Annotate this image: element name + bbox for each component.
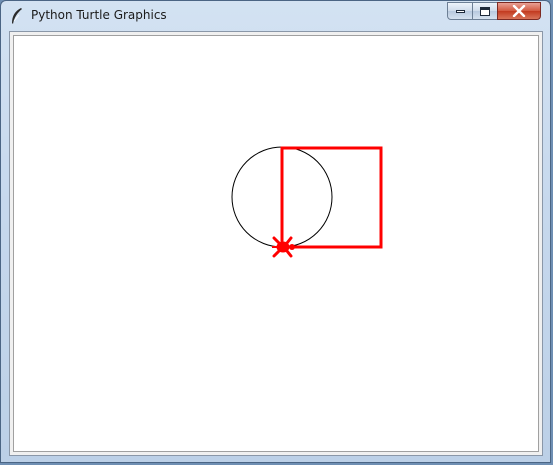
minimize-button[interactable] [447, 2, 473, 20]
maximize-button[interactable] [472, 2, 498, 20]
title-bar[interactable]: Python Turtle Graphics [1, 1, 550, 31]
drawing-surface [231, 146, 383, 258]
close-button[interactable] [497, 2, 541, 20]
maximize-icon [480, 6, 490, 16]
turtle-canvas[interactable] [13, 35, 539, 452]
turtle-window: Python Turtle Graphics [0, 0, 551, 463]
window-client-area [9, 31, 543, 456]
feather-icon [12, 8, 22, 24]
window-title: Python Turtle Graphics [31, 8, 167, 22]
close-icon [512, 5, 526, 17]
minimize-icon [455, 9, 465, 13]
